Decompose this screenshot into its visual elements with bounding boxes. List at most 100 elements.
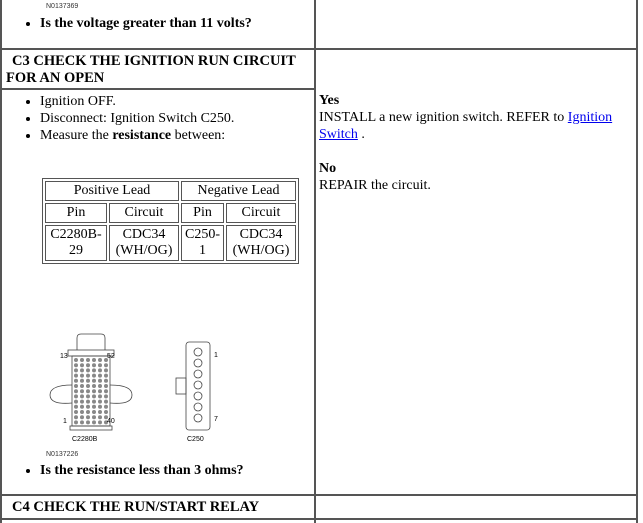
terminal (86, 394, 90, 399)
terminal (74, 389, 78, 394)
yes-text: INSTALL a new ignition switch. REFER to … (319, 110, 613, 142)
terminal (92, 420, 96, 425)
c3-steps: Ignition OFF. Disconnect: Ignition Switc… (0, 93, 350, 144)
terminal (86, 410, 90, 414)
c3-question-list: Is the resistance less than 3 ohms? (0, 462, 244, 479)
no-label: No (319, 161, 337, 176)
terminal (98, 399, 102, 404)
prev-question-list: Is the voltage greater than 11 volts? (0, 15, 252, 32)
connector-diagram: 13 52 1 40 1 7 C2280B C250 (49, 333, 218, 443)
terminal (80, 404, 84, 409)
terminal (80, 394, 84, 399)
terminal (74, 420, 78, 425)
terminal (92, 363, 96, 368)
terminal (104, 394, 108, 399)
terminal (80, 378, 84, 383)
terminal (86, 373, 90, 378)
terminal (74, 373, 78, 378)
step-c3-title: C3 CHECK THE IGNITION RUN CIRCUIT FOR AN… (6, 53, 296, 86)
terminal (98, 389, 102, 394)
terminal (74, 358, 78, 362)
terminal (104, 389, 108, 394)
prev-question: Is the voltage greater than 11 volts? (40, 15, 252, 32)
pin (193, 358, 203, 368)
terminal (98, 415, 102, 420)
terminal (92, 384, 96, 388)
yes-label: Yes (319, 93, 340, 108)
figure-id: N0137226 (46, 451, 79, 458)
pin-label: 52 (107, 353, 115, 360)
terminal (86, 415, 90, 420)
c2280b-connector-icon (49, 333, 133, 431)
pin (193, 413, 203, 423)
terminal (92, 410, 96, 414)
terminal (86, 368, 90, 373)
terminal (104, 404, 108, 409)
terminal (98, 404, 102, 409)
connector-label: C250 (187, 436, 204, 443)
resistance-table: Positive Lead Negative Lead Pin Circuit Pin… (42, 178, 299, 264)
terminal (104, 368, 108, 373)
figure-id: N0137369 (46, 3, 79, 10)
terminal (104, 378, 108, 383)
pin (193, 369, 203, 379)
terminal (92, 415, 96, 420)
pin-label: 1 (63, 418, 67, 425)
terminal (92, 404, 96, 409)
pin-label: 1 (214, 352, 218, 359)
terminal (98, 373, 102, 378)
pin (193, 347, 203, 357)
c3-question: Is the resistance less than 3 ohms? (40, 462, 244, 479)
terminal (86, 404, 90, 409)
cell: CDC34 (WH/OG) (226, 225, 296, 261)
pin (193, 391, 203, 401)
pin-label: 7 (214, 416, 218, 423)
terminal (80, 420, 84, 425)
terminal (92, 389, 96, 394)
terminal (80, 373, 84, 378)
terminal (74, 394, 78, 399)
circuit-header: Circuit (226, 203, 296, 223)
terminal (92, 399, 96, 404)
terminal (74, 378, 78, 383)
terminal (104, 363, 108, 368)
terminal (98, 384, 102, 388)
cell: C250-1 (181, 225, 224, 261)
step: Measure the resistance between: (40, 127, 350, 144)
terminal (80, 368, 84, 373)
cell: CDC34 (WH/OG) (109, 225, 179, 261)
terminal (104, 384, 108, 388)
terminal (86, 378, 90, 383)
terminal (86, 389, 90, 394)
terminal (86, 363, 90, 368)
negative-lead-header: Negative Lead (181, 181, 296, 201)
terminal (86, 420, 90, 425)
terminal (74, 363, 78, 368)
connector-label: C2280B (72, 436, 98, 443)
terminal (74, 404, 78, 409)
step: Ignition OFF. (40, 93, 350, 110)
pin (193, 402, 203, 412)
terminal (80, 358, 84, 362)
terminal (86, 399, 90, 404)
pin-header: Pin (45, 203, 107, 223)
terminal (104, 399, 108, 404)
terminal (74, 384, 78, 388)
terminal (92, 368, 96, 373)
terminal (98, 358, 102, 362)
terminal (92, 378, 96, 383)
terminal (104, 373, 108, 378)
terminal (74, 415, 78, 420)
no-text: REPAIR the circuit. (319, 178, 431, 193)
terminal (98, 378, 102, 383)
terminal (104, 410, 108, 414)
terminal (74, 399, 78, 404)
pin-header: Pin (181, 203, 224, 223)
pin-label: 40 (107, 418, 115, 425)
terminal (80, 363, 84, 368)
terminal (92, 373, 96, 378)
terminal (92, 394, 96, 399)
pin-label: 13 (60, 353, 68, 360)
terminal (98, 363, 102, 368)
terminal (80, 389, 84, 394)
